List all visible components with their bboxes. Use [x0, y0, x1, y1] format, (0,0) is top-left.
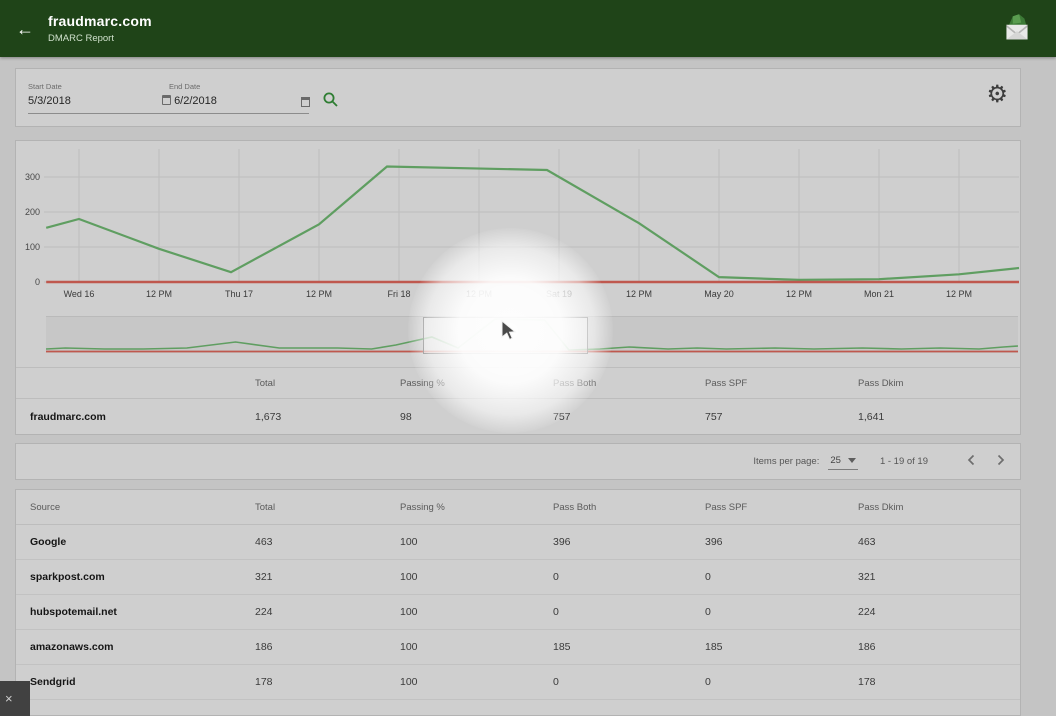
main-chart: 0 100 200 300 [16, 144, 1022, 286]
items-per-page-label: Items per page: [753, 456, 819, 467]
end-date-label: End Date [169, 82, 200, 91]
table-row[interactable]: Google 463 100 396 396 463 [16, 525, 1020, 560]
header-titles: fraudmarc.com DMARC Report [48, 13, 152, 44]
x-tick-label: Sat 19 [529, 289, 589, 299]
x-tick-label: May 20 [689, 289, 749, 299]
col-passdkim: Pass Dkim [858, 502, 1020, 513]
x-tick-label: Fri 18 [369, 289, 429, 299]
summary-passing: 98 [400, 411, 553, 423]
col-passboth: Pass Both [553, 502, 705, 513]
source-name: amazonaws.com [30, 641, 255, 653]
settings-gear-button[interactable]: ⚙ [986, 83, 1008, 107]
video-close-button[interactable]: × [0, 681, 30, 716]
items-per-page-select[interactable]: 25 [828, 454, 858, 470]
calendar-icon [162, 95, 171, 105]
x-tick-label: Thu 17 [209, 289, 269, 299]
date-fields-underline [28, 113, 309, 114]
y-tick-label: 0 [16, 277, 40, 287]
back-button[interactable]: ← [16, 20, 34, 38]
x-tick-label: 12 PM [289, 289, 349, 299]
date-toolbar: Start Date 5/3/2018 End Date 6/2/2018 ⚙ [15, 68, 1021, 127]
envelope-logo-icon [998, 9, 1036, 49]
next-page-button[interactable] [993, 454, 1008, 469]
items-per-page-value: 25 [830, 455, 841, 466]
table-row[interactable]: amazonaws.com 186 100 185 185 186 [16, 630, 1020, 665]
end-date-input[interactable]: 6/2/2018 [162, 95, 217, 107]
dropdown-arrow-icon [848, 458, 856, 463]
calendar-picker-button[interactable] [301, 97, 310, 107]
x-tick-label: 12 PM [929, 289, 989, 299]
page-range-label: 1 - 19 of 19 [880, 456, 928, 467]
col-passspf: Pass SPF [705, 502, 858, 513]
table-row[interactable]: sparkpost.com 321 100 0 0 321 [16, 560, 1020, 595]
summary-table-header: Total Passing % Pass Both Pass SPF Pass … [16, 367, 1020, 399]
summary-col-passboth: Pass Both [553, 378, 705, 389]
x-tick-label: 12 PM [769, 289, 829, 299]
x-tick-label: Wed 16 [49, 289, 109, 299]
summary-table-row: fraudmarc.com 1,673 98 757 757 1,641 [16, 399, 1020, 435]
previous-page-button[interactable] [964, 454, 979, 469]
table-row[interactable]: hubspotemail.net 224 100 0 0 224 [16, 595, 1020, 630]
x-tick-label: Mon 21 [849, 289, 909, 299]
summary-col-passing: Passing % [400, 378, 553, 389]
source-name: Google [30, 536, 255, 548]
summary-passspf: 757 [705, 411, 858, 423]
series-passing-line [46, 167, 1019, 280]
app-header: ← fraudmarc.com DMARC Report [0, 0, 1056, 57]
brush-selection-window[interactable] [423, 317, 588, 354]
table-row[interactable]: Sendgrid 178 100 0 0 178 [16, 665, 1020, 700]
page-title: fraudmarc.com [48, 13, 152, 29]
y-tick-label: 100 [16, 242, 40, 252]
summary-domain: fraudmarc.com [30, 411, 255, 423]
chevron-right-icon [995, 454, 1006, 466]
x-axis-labels: Wed 16 12 PM Thu 17 12 PM Fri 18 12 PM Sat 19 1… [16, 289, 1022, 303]
col-total: Total [255, 502, 400, 513]
search-icon [322, 91, 339, 108]
chart-card: 0 100 200 300 Wed 16 12 PM Thu 17 12 PM Fri 18 1… [15, 140, 1021, 435]
summary-col-total: Total [255, 378, 400, 389]
sources-table-header: Source Total Passing % Pass Both Pass SP… [16, 490, 1020, 525]
y-tick-label: 200 [16, 207, 40, 217]
sources-table: Source Total Passing % Pass Both Pass SP… [15, 489, 1021, 716]
col-passing: Passing % [400, 502, 553, 513]
col-source: Source [30, 502, 255, 513]
x-tick-label: 12 PM [449, 289, 509, 299]
source-name: hubspotemail.net [30, 606, 255, 618]
time-range-brush[interactable] [46, 316, 1018, 353]
source-name: Sendgrid [30, 676, 255, 688]
y-tick-label: 300 [16, 172, 40, 182]
source-name: sparkpost.com [30, 571, 255, 583]
x-tick-label: 12 PM [129, 289, 189, 299]
chevron-left-icon [966, 454, 977, 466]
summary-passdkim: 1,641 [858, 411, 1020, 423]
search-button[interactable] [322, 91, 339, 111]
summary-col-passdkim: Pass Dkim [858, 378, 1020, 389]
summary-passboth: 757 [553, 411, 705, 423]
summary-total: 1,673 [255, 411, 400, 423]
start-date-input[interactable]: 5/3/2018 [28, 95, 71, 107]
summary-col-passspf: Pass SPF [705, 378, 858, 389]
page-subtitle: DMARC Report [48, 33, 152, 44]
main-content: Start Date 5/3/2018 End Date 6/2/2018 ⚙ … [0, 68, 1056, 716]
x-tick-label: 12 PM [609, 289, 669, 299]
start-date-label: Start Date [28, 82, 62, 91]
pagination-bar: Items per page: 25 1 - 19 of 19 [15, 443, 1021, 480]
